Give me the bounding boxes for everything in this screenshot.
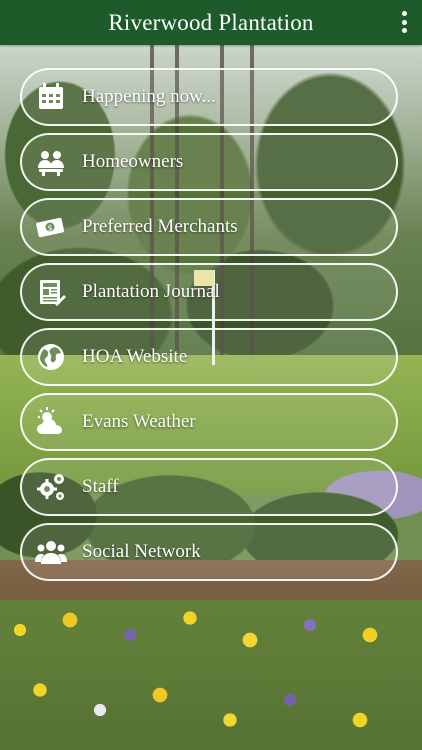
- globe-icon: [34, 340, 68, 374]
- app-header: Riverwood Plantation: [0, 0, 422, 45]
- more-vertical-icon[interactable]: [400, 11, 408, 33]
- menu-item-label: Preferred Merchants: [82, 216, 238, 237]
- menu-item-label: Evans Weather: [82, 411, 196, 432]
- newspaper-icon: [34, 275, 68, 309]
- menu-item-staff[interactable]: Staff: [20, 458, 398, 516]
- calendar-icon: [34, 80, 68, 114]
- weather-icon: [34, 405, 68, 439]
- app-title: Riverwood Plantation: [108, 9, 314, 35]
- menu-item-happening-now[interactable]: Happening now...: [20, 68, 398, 126]
- menu-item-plantation-journal[interactable]: Plantation Journal: [20, 263, 398, 321]
- menu-item-hoa-website[interactable]: HOA Website: [20, 328, 398, 386]
- money-icon: $: [34, 210, 68, 244]
- menu-item-label: HOA Website: [82, 346, 188, 367]
- people-icon: [34, 535, 68, 569]
- gears-icon: [34, 470, 68, 504]
- menu-item-label: Social Network: [82, 541, 201, 562]
- menu-item-label: Plantation Journal: [82, 281, 220, 302]
- menu-item-label: Homeowners: [82, 151, 184, 172]
- menu-item-social-network[interactable]: Social Network: [20, 523, 398, 581]
- menu-item-label: Staff: [82, 476, 119, 497]
- svg-text:$: $: [47, 224, 52, 233]
- menu-item-preferred-merchants[interactable]: $ Preferred Merchants: [20, 198, 398, 256]
- menu-item-homeowners[interactable]: Homeowners: [20, 133, 398, 191]
- homeowners-icon: [34, 145, 68, 179]
- menu-item-evans-weather[interactable]: Evans Weather: [20, 393, 398, 451]
- menu-item-label: Happening now...: [82, 86, 216, 107]
